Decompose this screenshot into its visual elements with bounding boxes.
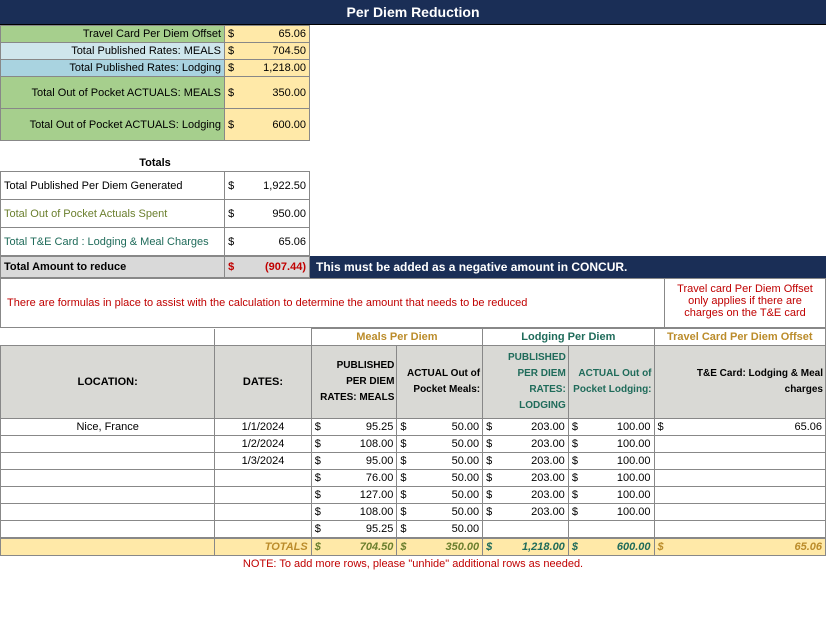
cell[interactable] bbox=[654, 470, 825, 487]
cell[interactable]: $203.00 bbox=[483, 470, 569, 487]
totals-label: Total T&E Card : Lodging & Meal Charges bbox=[1, 228, 225, 256]
summary-value: $65.06 bbox=[225, 26, 310, 43]
cell[interactable]: $95.00 bbox=[311, 453, 397, 470]
col-te-card: T&E Card: Lodging & Meal charges bbox=[654, 346, 825, 419]
summary-label: Travel Card Per Diem Offset bbox=[1, 26, 225, 43]
col-group-meals: Meals Per Diem bbox=[311, 329, 482, 346]
cell[interactable]: $50.00 bbox=[397, 453, 483, 470]
cell[interactable] bbox=[483, 521, 569, 538]
summary-value: $704.50 bbox=[225, 43, 310, 60]
formula-note: There are formulas in place to assist wi… bbox=[1, 279, 665, 327]
table-row: Nice, France1/1/2024$95.25$50.00$203.00$… bbox=[1, 419, 826, 436]
table-row: 1/3/2024$95.00$50.00$203.00$100.00 bbox=[1, 453, 826, 470]
totals-value: $65.06 bbox=[225, 228, 310, 256]
summary-label: Total Out of Pocket ACTUALS: Lodging bbox=[1, 109, 225, 141]
cell[interactable]: $100.00 bbox=[568, 487, 654, 504]
totals-header: Totals bbox=[1, 155, 310, 172]
col-pub-lodg: PUBLISHED PER DIEM RATES: LODGING bbox=[483, 346, 569, 419]
cell[interactable]: $203.00 bbox=[483, 487, 569, 504]
table-row: $95.25$50.00 bbox=[1, 521, 826, 538]
cell[interactable] bbox=[1, 470, 215, 487]
table-row: $127.00$50.00$203.00$100.00 bbox=[1, 487, 826, 504]
cell[interactable] bbox=[568, 521, 654, 538]
cell[interactable] bbox=[654, 453, 825, 470]
cell[interactable]: $203.00 bbox=[483, 436, 569, 453]
cell[interactable] bbox=[654, 487, 825, 504]
cell[interactable]: $50.00 bbox=[397, 504, 483, 521]
cell[interactable] bbox=[654, 521, 825, 538]
cell[interactable]: $108.00 bbox=[311, 436, 397, 453]
totals-table: Totals Total Published Per Diem Generate… bbox=[0, 155, 310, 256]
cell[interactable]: $50.00 bbox=[397, 470, 483, 487]
col-dates: DATES: bbox=[215, 346, 311, 419]
summary-value: $1,218.00 bbox=[225, 60, 310, 77]
cell[interactable]: $95.25 bbox=[311, 521, 397, 538]
summary-label: Total Out of Pocket ACTUALS: MEALS bbox=[1, 77, 225, 109]
cell[interactable]: $108.00 bbox=[311, 504, 397, 521]
cell[interactable]: $203.00 bbox=[483, 504, 569, 521]
cell[interactable]: $76.00 bbox=[311, 470, 397, 487]
cell[interactable]: $127.00 bbox=[311, 487, 397, 504]
cell[interactable] bbox=[1, 487, 215, 504]
col-pub-meals: PUBLISHED PER DIEM RATES: MEALS bbox=[311, 346, 397, 419]
cell[interactable] bbox=[1, 521, 215, 538]
cell[interactable]: $50.00 bbox=[397, 436, 483, 453]
offset-note: Travel card Per Diem Offset only applies… bbox=[665, 279, 825, 327]
table-row: 1/2/2024$108.00$50.00$203.00$100.00 bbox=[1, 436, 826, 453]
unhide-note: NOTE: To add more rows, please "unhide" … bbox=[1, 556, 826, 573]
totals-value: $(907.44) bbox=[225, 257, 310, 278]
cell[interactable]: 1/2/2024 bbox=[215, 436, 311, 453]
summary-value: $350.00 bbox=[225, 77, 310, 109]
col-group-lodging: Lodging Per Diem bbox=[483, 329, 654, 346]
cell[interactable]: $100.00 bbox=[568, 470, 654, 487]
concur-note: This must be added as a negative amount … bbox=[310, 256, 826, 278]
cell[interactable]: $50.00 bbox=[397, 487, 483, 504]
summary-label: Total Published Rates: MEALS bbox=[1, 43, 225, 60]
cell[interactable]: $50.00 bbox=[397, 521, 483, 538]
detail-table: Meals Per Diem Lodging Per Diem Travel C… bbox=[0, 328, 826, 572]
cell[interactable]: $65.06 bbox=[654, 419, 825, 436]
summary-table: Travel Card Per Diem Offset $65.06 Total… bbox=[0, 25, 310, 141]
totals-value: $950.00 bbox=[225, 200, 310, 228]
table-row: $108.00$50.00$203.00$100.00 bbox=[1, 504, 826, 521]
totals-value: $1,922.50 bbox=[225, 172, 310, 200]
col-group-offset: Travel Card Per Diem Offset bbox=[654, 329, 825, 346]
page-title: Per Diem Reduction bbox=[0, 0, 826, 25]
totals-label: Total Out of Pocket Actuals Spent bbox=[1, 200, 225, 228]
cell[interactable]: $100.00 bbox=[568, 419, 654, 436]
summary-label: Total Published Rates: Lodging bbox=[1, 60, 225, 77]
cell[interactable]: $95.25 bbox=[311, 419, 397, 436]
summary-value: $600.00 bbox=[225, 109, 310, 141]
cell[interactable] bbox=[215, 487, 311, 504]
cell[interactable]: 1/3/2024 bbox=[215, 453, 311, 470]
col-act-meals: ACTUAL Out of Pocket Meals: bbox=[397, 346, 483, 419]
totals-label: Total Amount to reduce bbox=[1, 257, 225, 278]
cell[interactable] bbox=[1, 436, 215, 453]
totals-label: Total Published Per Diem Generated bbox=[1, 172, 225, 200]
cell[interactable]: $100.00 bbox=[568, 504, 654, 521]
totals-row: TOTALS $704.50 $350.00 $1,218.00 $600.00… bbox=[1, 539, 826, 556]
cell[interactable]: $203.00 bbox=[483, 419, 569, 436]
cell[interactable] bbox=[215, 521, 311, 538]
cell[interactable] bbox=[215, 504, 311, 521]
cell[interactable]: $100.00 bbox=[568, 453, 654, 470]
col-act-lodg: ACTUAL Out of Pocket Lodging: bbox=[568, 346, 654, 419]
cell[interactable]: $50.00 bbox=[397, 419, 483, 436]
cell[interactable]: $100.00 bbox=[568, 436, 654, 453]
cell[interactable] bbox=[215, 470, 311, 487]
cell[interactable] bbox=[654, 436, 825, 453]
cell[interactable]: $203.00 bbox=[483, 453, 569, 470]
cell[interactable]: 1/1/2024 bbox=[215, 419, 311, 436]
cell[interactable] bbox=[1, 504, 215, 521]
col-location: LOCATION: bbox=[1, 346, 215, 419]
table-row: $76.00$50.00$203.00$100.00 bbox=[1, 470, 826, 487]
cell[interactable] bbox=[1, 453, 215, 470]
cell[interactable] bbox=[654, 504, 825, 521]
cell[interactable]: Nice, France bbox=[1, 419, 215, 436]
